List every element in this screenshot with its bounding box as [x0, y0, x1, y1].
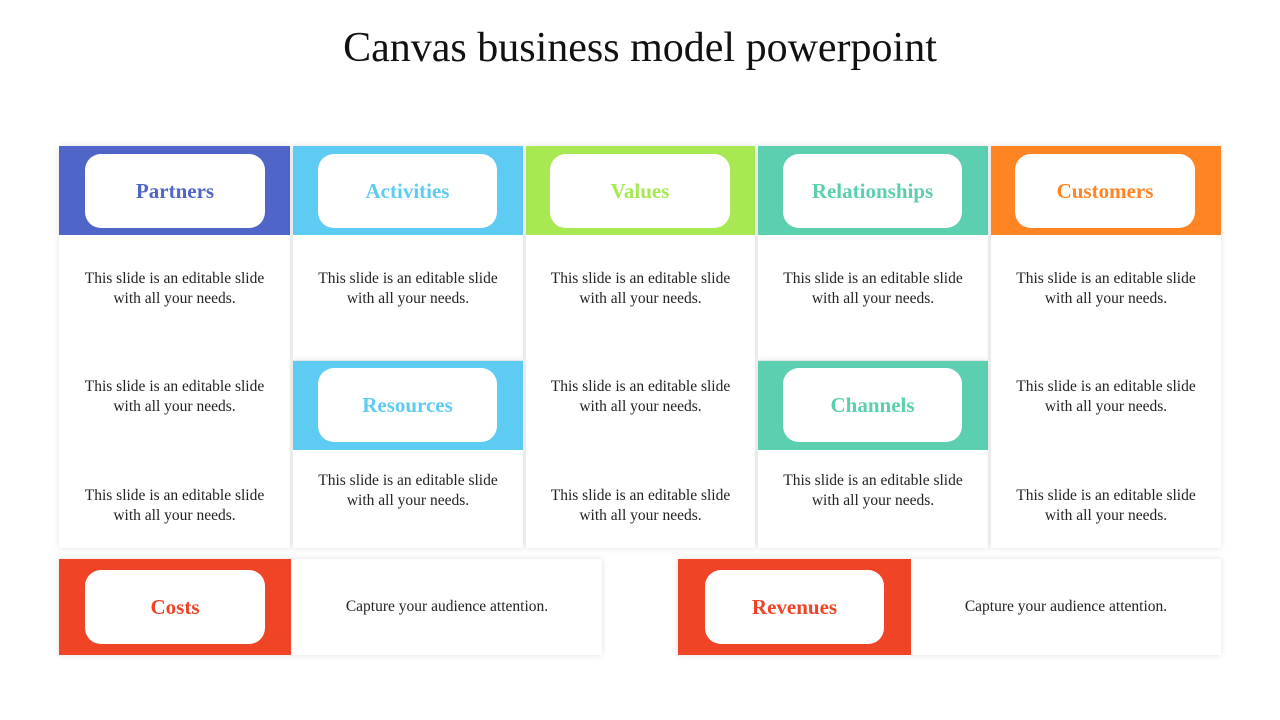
values-block: Values This slide is an editable slide w… [526, 146, 755, 548]
costs-text: Capture your audience attention. [345, 598, 549, 615]
activities-block: Activities This slide is an editable sli… [293, 146, 523, 360]
customers-text-2: This slide is an editable slide with all… [1016, 378, 1196, 415]
activities-text: This slide is an editable slide with all… [318, 270, 498, 307]
customers-label: Customers [1015, 154, 1195, 228]
resources-text: This slide is an editable slide with all… [318, 472, 498, 509]
resources-block: Resources This slide is an editable slid… [293, 361, 523, 548]
customers-text-1: This slide is an editable slide with all… [1016, 270, 1196, 307]
partners-text-1: This slide is an editable slide with all… [84, 270, 265, 307]
costs-block: Costs Capture your audience attention. [59, 559, 602, 655]
revenues-label: Revenues [705, 570, 884, 644]
revenues-block: Revenues Capture your audience attention… [678, 559, 1221, 655]
customers-text-3: This slide is an editable slide with all… [1016, 487, 1196, 524]
partners-block: Partners This slide is an editable slide… [59, 146, 290, 548]
values-text-3: This slide is an editable slide with all… [550, 487, 731, 524]
activities-label: Activities [318, 154, 497, 228]
partners-text-3: This slide is an editable slide with all… [84, 487, 265, 524]
relationships-label: Relationships [783, 154, 962, 228]
relationships-text: This slide is an editable slide with all… [783, 270, 963, 307]
values-text-2: This slide is an editable slide with all… [550, 378, 731, 415]
revenues-text: Capture your audience attention. [964, 598, 1168, 615]
partners-label: Partners [85, 154, 265, 228]
channels-label: Channels [783, 368, 962, 442]
channels-text: This slide is an editable slide with all… [783, 472, 963, 509]
values-label: Values [550, 154, 730, 228]
slide-title: Canvas business model powerpoint [343, 25, 937, 71]
resources-label: Resources [318, 368, 497, 442]
customers-block: Customers This slide is an editable slid… [991, 146, 1221, 548]
costs-label: Costs [85, 570, 265, 644]
channels-block: Channels This slide is an editable slide… [758, 361, 988, 548]
relationships-block: Relationships This slide is an editable … [758, 146, 988, 360]
partners-text-2: This slide is an editable slide with all… [84, 378, 265, 415]
values-text-1: This slide is an editable slide with all… [550, 270, 731, 307]
